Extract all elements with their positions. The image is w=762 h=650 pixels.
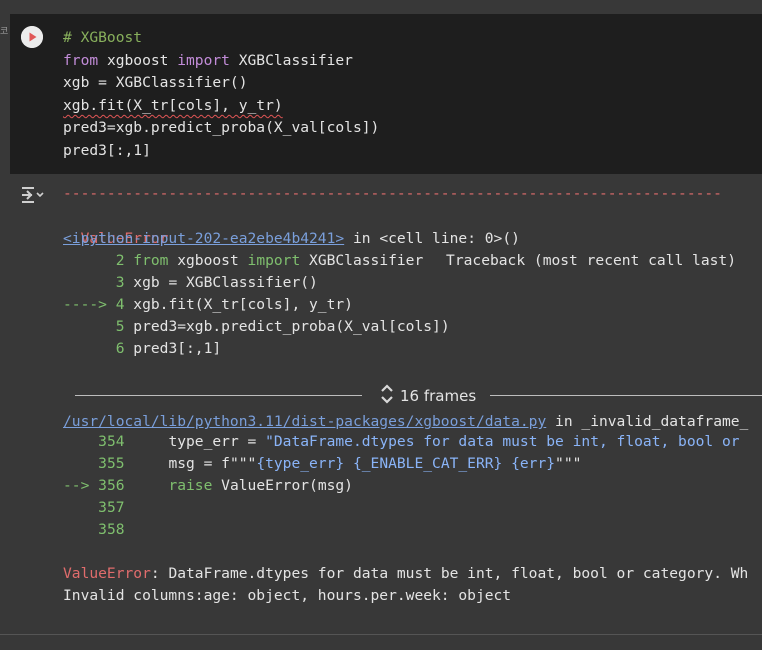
- code-token: msg = f""": [124, 455, 257, 472]
- traceback-line: --> 356 raise ValueError(msg): [63, 475, 353, 497]
- function-name: _invalid_dataframe_: [581, 413, 749, 430]
- code-token: xgb = XGBClassifier(): [63, 74, 248, 92]
- code-token: XGBClassifier: [300, 252, 424, 269]
- frames-label: 16 frames: [400, 387, 477, 405]
- line-number: 357: [98, 499, 125, 516]
- traceback-separator: ----------------------------------------…: [63, 185, 722, 202]
- arrow-marker: [63, 455, 98, 472]
- line-number: 355: [98, 455, 125, 472]
- code-token: pred3[:,1]: [63, 142, 151, 159]
- arrow-marker: [63, 499, 98, 516]
- final-error-name: ValueError: [63, 565, 151, 582]
- code-token: XGBClassifier: [229, 51, 353, 69]
- divider: [0, 634, 762, 635]
- code-line[interactable]: pred3[:,1]: [63, 140, 151, 162]
- divider: [75, 395, 362, 396]
- line-number: 3: [106, 274, 125, 291]
- code-token: # XGBoost: [63, 29, 143, 46]
- code-token: xgboost: [168, 252, 248, 269]
- unfold-icon: [380, 383, 394, 409]
- file-link[interactable]: /usr/local/lib/python3.11/dist-packages/…: [63, 413, 546, 430]
- code-token: "DataFrame.dtypes for data must be int, …: [265, 433, 740, 450]
- final-error-message: : DataFrame.dtypes for data must be int,…: [150, 565, 749, 582]
- code-token: xgb.fit(X_tr[cols], y_tr): [63, 96, 283, 114]
- traceback-location: <ipython-input-202-ea2ebe4b4241> in <cel…: [63, 228, 520, 250]
- code-token: import: [247, 252, 301, 269]
- code-token: xgb.fit(X_tr[cols], y_tr): [124, 296, 353, 313]
- frames-collapse-row[interactable]: 16 frames: [75, 384, 762, 408]
- code-token: """: [555, 455, 582, 472]
- arrow-marker: [63, 274, 107, 291]
- code-line[interactable]: xgb.fit(X_tr[cols], y_tr): [63, 95, 283, 117]
- traceback-line: 2 from xgboost import XGBClassifier: [63, 250, 424, 272]
- arrow-marker: [63, 521, 98, 538]
- final-error-line: ValueError: DataFrame.dtypes for data mu…: [63, 563, 748, 585]
- line-number: 4: [106, 296, 125, 313]
- traceback-line: 354 type_err = "DataFrame.dtypes for dat…: [63, 431, 740, 453]
- line-number: 354: [98, 433, 125, 450]
- code-token: xgboost: [98, 51, 178, 69]
- code-token: pred3=xgb.predict_proba(X_val[cols]): [124, 318, 450, 335]
- code-token: from: [124, 252, 169, 269]
- code-token: raise: [168, 477, 213, 494]
- code-line[interactable]: # XGBoost: [63, 27, 142, 49]
- in-text: in: [344, 230, 380, 247]
- code-token: ValueError(msg): [212, 477, 353, 494]
- traceback-line: 5 pred3=xgb.predict_proba(X_val[cols]): [63, 316, 450, 338]
- line-number: 358: [98, 521, 125, 538]
- line-number: 6: [106, 340, 125, 357]
- play-icon: [21, 26, 43, 48]
- frames-toggle-button[interactable]: 16 frames: [380, 384, 476, 408]
- ipython-input-link[interactable]: <ipython-input-202-ea2ebe4b4241>: [63, 230, 344, 247]
- traceback-line: 355 msg = f"""{type_err} {_ENABLE_CAT_ER…: [63, 453, 581, 475]
- in-text: in: [546, 413, 582, 430]
- code-line[interactable]: xgb = XGBClassifier(): [63, 72, 248, 94]
- divider: [490, 395, 762, 396]
- run-cell-button[interactable]: [21, 26, 43, 48]
- traceback-line: 358: [63, 519, 125, 541]
- arrow-marker: -->: [63, 477, 99, 494]
- code-line[interactable]: from xgboost import XGBClassifier: [63, 50, 353, 72]
- frame-location: /usr/local/lib/python3.11/dist-packages/…: [63, 411, 748, 433]
- output-toggle-icon[interactable]: [20, 184, 46, 206]
- code-token: xgb = XGBClassifier(): [124, 274, 318, 291]
- line-number: 5: [106, 318, 125, 335]
- code-token: pred3[:,1]: [124, 340, 222, 357]
- arrow-marker: ---->: [63, 296, 107, 313]
- code-line[interactable]: pred3=xgb.predict_proba(X_val[cols]): [63, 117, 379, 139]
- traceback-line: 6 pred3[:,1]: [63, 338, 221, 360]
- traceback-line: 357: [63, 497, 125, 519]
- cell-ref: <cell line: 0>(): [379, 230, 520, 247]
- invalid-columns-line: Invalid columns:age: object, hours.per.w…: [63, 587, 512, 604]
- arrow-marker: [63, 318, 107, 335]
- arrow-marker: [63, 340, 107, 357]
- arrow-marker: [63, 252, 107, 269]
- line-number: 356: [98, 477, 125, 494]
- traceback-line: 3 xgb = XGBClassifier(): [63, 272, 318, 294]
- traceback-label: Traceback (most recent call last): [446, 252, 736, 269]
- code-token: {type_err} {_ENABLE_CAT_ERR} {err}: [256, 455, 556, 472]
- code-token: import: [177, 51, 230, 69]
- code-token: pred3=xgb.predict_proba(X_val[cols]): [63, 119, 380, 137]
- code-token: type_err =: [124, 433, 266, 450]
- exec-hint: 코: [0, 27, 9, 37]
- code-token: from: [63, 51, 99, 69]
- traceback-header: ValueError Traceback (most recent call l…: [63, 206, 762, 269]
- arrow-marker: [63, 433, 98, 450]
- traceback-line: ----> 4 xgb.fit(X_tr[cols], y_tr): [63, 294, 353, 316]
- line-number: 2: [106, 252, 125, 269]
